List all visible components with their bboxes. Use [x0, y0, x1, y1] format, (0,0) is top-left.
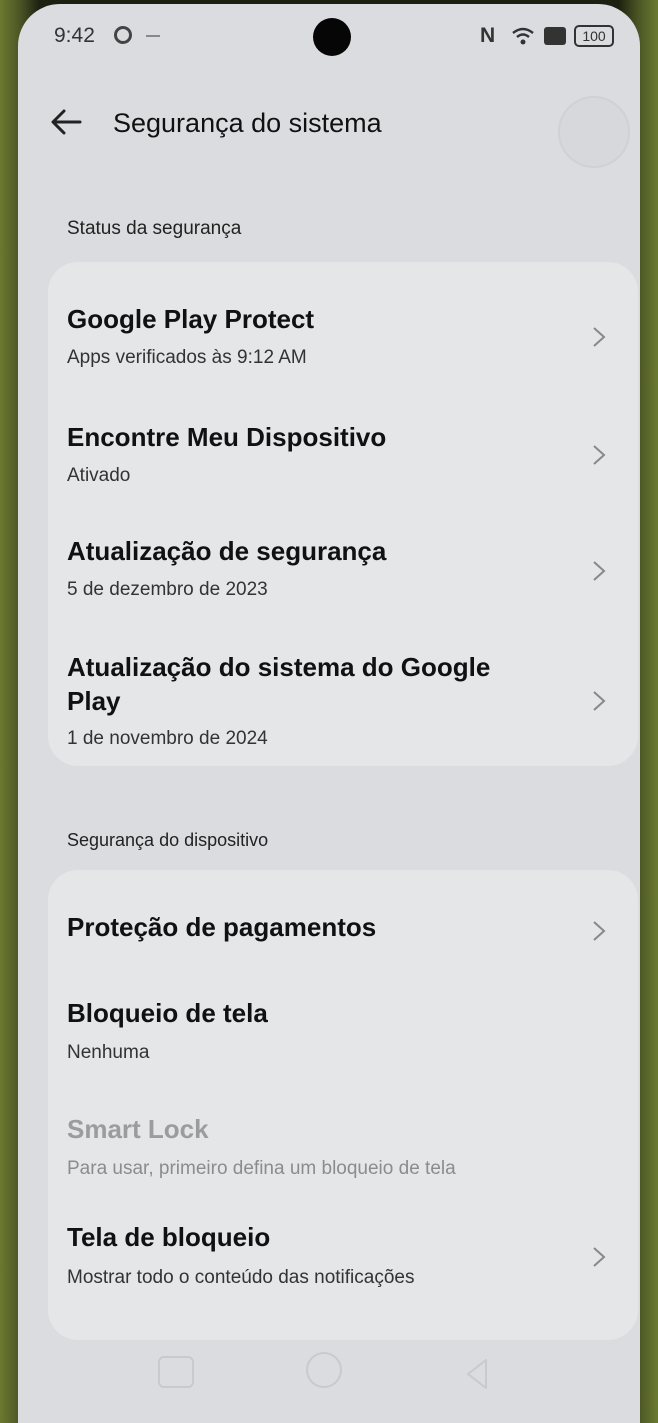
item-title: Tela de bloqueio [67, 1222, 271, 1252]
back-nav-icon[interactable] [458, 1354, 498, 1394]
section-header-security-status: Status da segurança [67, 218, 242, 239]
list-item-smart-lock: Smart Lock Para usar, primeiro defina um… [48, 1078, 638, 1198]
item-title: Proteção de pagamentos [67, 912, 377, 942]
item-title: Smart Lock [67, 1114, 209, 1144]
page-title: Segurança do sistema [113, 108, 382, 138]
app-header: Segurança do sistema [18, 84, 640, 168]
section-header-device-security: Segurança do dispositivo [67, 830, 269, 850]
battery-icon: 100 [574, 25, 614, 47]
navigation-bar [18, 1324, 640, 1423]
chevron-right-icon [593, 445, 606, 465]
item-subtitle: 5 de dezembro de 2023 [67, 579, 268, 600]
list-item-payment-protection[interactable]: Proteção de pagamentos [48, 870, 638, 966]
item-subtitle: Nenhuma [67, 1042, 150, 1063]
item-title: Google Play Protect [67, 304, 315, 334]
front-camera [313, 18, 351, 56]
list-item-screen-lock[interactable]: Bloqueio de tela Nenhuma [48, 966, 638, 1078]
list-item-google-play-protect[interactable]: Google Play Protect Apps verificados às … [48, 262, 638, 380]
device-security-card: Proteção de pagamentos Bloqueio de tela … [48, 870, 638, 1340]
status-bar: 9:42 N 100 [18, 4, 640, 74]
item-subtitle: Mostrar todo o conteúdo das notificações [67, 1267, 415, 1288]
chevron-right-icon [593, 691, 606, 711]
item-title: Atualização de segurança [67, 536, 387, 566]
item-title: Encontre Meu Dispositivo [67, 422, 387, 452]
nfc-icon: N [480, 24, 496, 47]
back-arrow-icon[interactable] [46, 102, 86, 142]
chevron-right-icon [593, 921, 606, 941]
item-subtitle: Apps verificados às 9:12 AM [67, 347, 307, 368]
chevron-right-icon [593, 327, 606, 347]
chevron-right-icon [593, 1247, 606, 1267]
status-time: 9:42 [54, 24, 95, 47]
screen: 9:42 N 100 Segurança do sistema Status d… [18, 4, 640, 1423]
gear-icon [114, 26, 132, 44]
item-subtitle: Para usar, primeiro defina um bloqueio d… [67, 1158, 456, 1179]
list-item-lock-screen[interactable]: Tela de bloqueio Mostrar todo o conteúdo… [48, 1198, 638, 1318]
item-title: Bloqueio de tela [67, 998, 268, 1028]
minus-icon [146, 35, 160, 37]
item-title-line2: Play [67, 686, 121, 716]
more-options-button[interactable] [558, 96, 630, 168]
item-title-line1: Atualização do sistema do Google [67, 652, 491, 682]
list-item-google-play-system-update[interactable]: Atualização do sistema do Google Play 1 … [48, 614, 638, 766]
recent-apps-button[interactable] [158, 1356, 194, 1388]
sim-icon [544, 27, 566, 45]
item-subtitle: Ativado [67, 465, 131, 486]
home-button[interactable] [306, 1352, 342, 1388]
item-subtitle: 1 de novembro de 2024 [67, 728, 268, 749]
list-item-security-update[interactable]: Atualização de segurança 5 de dezembro d… [48, 496, 638, 614]
list-item-find-my-device[interactable]: Encontre Meu Dispositivo Ativado [48, 380, 638, 496]
security-status-card: Google Play Protect Apps verificados às … [48, 262, 638, 766]
chevron-right-icon [593, 561, 606, 581]
wifi-icon [512, 27, 534, 45]
